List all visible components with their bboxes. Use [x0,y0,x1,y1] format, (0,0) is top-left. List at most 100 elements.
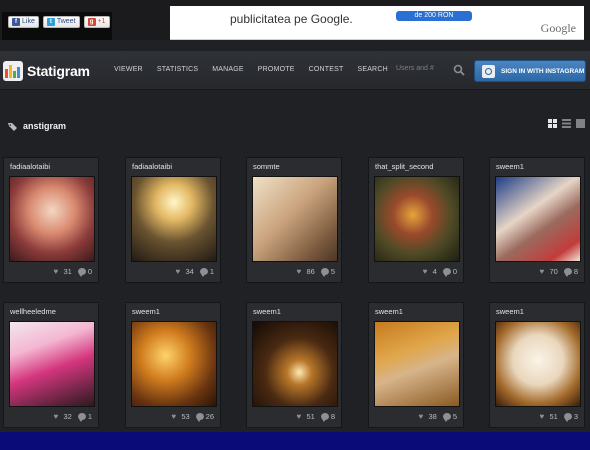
photo-card[interactable]: fadiaalotaibi ♥ 31 0 [3,157,99,283]
comments-count: 1 [87,412,92,421]
comments-stat[interactable]: 5 [442,412,457,422]
comment-icon [77,413,86,422]
heart-icon: ♥ [539,267,545,276]
photo-stats: ♥ 70 8 [539,267,578,277]
nav-promote[interactable]: PROMOTE [258,66,295,73]
nav-links: VIEWER STATISTICS MANAGE PROMOTE CONTEST… [114,66,388,73]
photo-thumbnail[interactable] [252,176,338,262]
photo-username[interactable]: sweem1 [375,307,403,316]
comments-stat[interactable]: 26 [195,412,214,422]
photo-username[interactable]: sweem1 [253,307,281,316]
facebook-like-button[interactable]: f Like [8,16,39,28]
photo-card[interactable]: fadiaalotaibi ♥ 34 1 [125,157,221,283]
photo-card[interactable]: sweem1 ♥ 53 26 [125,302,221,428]
photo-username[interactable]: wellheeledme [10,307,56,316]
photo-stats: ♥ 86 5 [296,267,335,277]
photo-username[interactable]: that_split_second [375,162,433,171]
twitter-icon: t [46,18,55,26]
nav-viewer[interactable]: VIEWER [114,66,143,73]
likes-stat[interactable]: ♥ 4 [423,267,437,276]
photo-card[interactable]: sweem1 ♥ 38 5 [368,302,464,428]
likes-count: 38 [428,412,437,421]
google-ad-banner[interactable]: publicitatea pe Google. de 200 RON Googl… [170,6,584,40]
nav-statistics[interactable]: STATISTICS [157,66,198,73]
nav-manage[interactable]: MANAGE [212,66,244,73]
like-label: Like [22,18,35,25]
comments-stat[interactable]: 8 [563,267,578,277]
ad-text: publicitatea pe Google. [230,12,353,26]
photo-username[interactable]: sweem1 [496,307,524,316]
photo-card[interactable]: that_split_second ♥ 4 0 [368,157,464,283]
comment-icon [320,413,329,422]
photo-thumbnail[interactable] [252,321,338,407]
search-icon[interactable] [453,64,465,76]
statigram-logo-icon [3,61,23,81]
tweet-label: Tweet [56,18,76,25]
photo-card[interactable]: wellheeledme ♥ 32 1 [3,302,99,428]
photo-stats: ♥ 32 1 [53,412,92,422]
likes-stat[interactable]: ♥ 32 [53,412,71,421]
ad-pill[interactable]: de 200 RON [396,11,472,21]
heart-icon: ♥ [296,412,302,421]
search-input[interactable]: Users and # [396,65,434,72]
comments-stat[interactable]: 3 [563,412,578,422]
likes-stat[interactable]: ♥ 31 [53,267,71,276]
photo-thumbnail[interactable] [131,321,217,407]
photo-card[interactable]: sweem1 ♥ 70 8 [489,157,585,283]
photo-username[interactable]: sweem1 [496,162,524,171]
list-view-icon[interactable] [562,119,571,128]
photo-card[interactable]: sommte ♥ 86 5 [246,157,342,283]
google-plusone-button[interactable]: g +1 [83,16,110,28]
comment-icon [77,268,86,277]
photo-stats: ♥ 53 26 [171,412,214,422]
nav-search[interactable]: SEARCH [357,66,387,73]
likes-stat[interactable]: ♥ 51 [539,412,557,421]
likes-stat[interactable]: ♥ 34 [175,267,193,276]
single-view-icon[interactable] [576,119,585,128]
photo-thumbnail[interactable] [374,321,460,407]
photo-thumbnail[interactable] [131,176,217,262]
comments-stat[interactable]: 0 [442,267,457,277]
tag-title: anstigram [23,121,67,131]
photo-thumbnail[interactable] [374,176,460,262]
photo-stats: ♥ 51 8 [296,412,335,422]
comments-stat[interactable]: 1 [199,267,214,277]
likes-stat[interactable]: ♥ 70 [539,267,557,276]
comments-count: 5 [330,267,335,276]
tweet-button[interactable]: t Tweet [42,16,80,28]
photo-username[interactable]: fadiaalotaibi [10,162,50,171]
likes-stat[interactable]: ♥ 53 [171,412,189,421]
tag-header: anstigram [8,121,66,131]
comments-stat[interactable]: 1 [77,412,92,422]
photo-thumbnail[interactable] [9,176,95,262]
photo-card[interactable]: sweem1 ♥ 51 8 [246,302,342,428]
likes-stat[interactable]: ♥ 51 [296,412,314,421]
statigram-page: f Like t Tweet g +1 publicitatea pe Goog… [0,0,590,432]
comments-count: 8 [573,267,578,276]
comments-stat[interactable]: 5 [320,267,335,277]
photo-card[interactable]: sweem1 ♥ 51 3 [489,302,585,428]
photo-thumbnail[interactable] [9,321,95,407]
photo-thumbnail[interactable] [495,176,581,262]
heart-icon: ♥ [175,267,181,276]
likes-stat[interactable]: ♥ 38 [418,412,436,421]
likes-stat[interactable]: ♥ 86 [296,267,314,276]
comments-stat[interactable]: 8 [320,412,335,422]
google-plus-icon: g [87,18,96,26]
likes-count: 53 [181,412,190,421]
photo-username[interactable]: sweem1 [132,307,160,316]
nav-contest[interactable]: CONTEST [309,66,344,73]
sign-in-instagram-button[interactable]: SIGN IN WITH INSTAGRAM [474,60,586,82]
grid-view-icon[interactable] [548,119,557,128]
photo-stats: ♥ 31 0 [53,267,92,277]
likes-count: 86 [306,267,315,276]
comments-stat[interactable]: 0 [77,267,92,277]
comments-count: 8 [330,412,335,421]
photo-thumbnail[interactable] [495,321,581,407]
photo-username[interactable]: sommte [253,162,280,171]
photo-username[interactable]: fadiaalotaibi [132,162,172,171]
likes-count: 34 [185,267,194,276]
comments-count: 1 [209,267,214,276]
statigram-logo[interactable]: Statigram [3,61,90,81]
view-toggles [548,119,585,128]
